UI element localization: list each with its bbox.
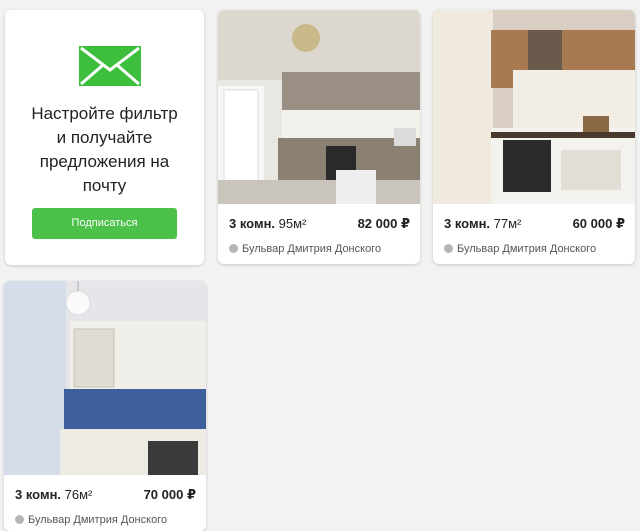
listing-info: 3 комн. 77м² 60 000 ₽ Бульвар Дмитрия До… — [433, 204, 635, 264]
listing-price: 60 000 ₽ — [572, 216, 625, 231]
listing-photo[interactable] — [218, 10, 420, 204]
listing-area: 76м² — [64, 487, 93, 502]
rooms-count: 3 комн. — [444, 216, 491, 231]
listing-card[interactable]: 3 комн. 76м² 70 000 ₽ Бульвар Дмитрия До… — [4, 281, 206, 531]
metro-dot-icon — [15, 515, 24, 524]
rooms-count: 3 комн. — [15, 487, 62, 502]
subscribe-title-line: почту — [82, 176, 127, 195]
listing-price: 82 000 ₽ — [357, 216, 410, 231]
listing-info: 3 комн. 76м² 70 000 ₽ Бульвар Дмитрия До… — [4, 475, 206, 531]
listing-rooms: 3 комн. 95м² — [229, 216, 306, 231]
rooms-count: 3 комн. — [229, 216, 276, 231]
subscribe-title-line: и получайте — [56, 128, 153, 147]
subscribe-title-line: предложения на — [39, 152, 170, 171]
listing-area: 95м² — [278, 216, 307, 231]
listing-area: 77м² — [493, 216, 522, 231]
listing-rooms: 3 комн. 76м² — [15, 487, 92, 502]
listing-info: 3 комн. 95м² 82 000 ₽ Бульвар Дмитрия До… — [218, 204, 420, 264]
listing-photo[interactable] — [433, 10, 635, 204]
listing-price: 70 000 ₽ — [143, 487, 196, 502]
listing-address: Бульвар Дмитрия Донского — [15, 514, 167, 526]
metro-dot-icon — [444, 244, 453, 253]
listing-rooms: 3 комн. 77м² — [444, 216, 521, 231]
metro-dot-icon — [229, 244, 238, 253]
listing-address-text: Бульвар Дмитрия Донского — [28, 514, 168, 526]
listing-address-text: Бульвар Дмитрия Донского — [242, 243, 382, 255]
subscribe-title-line: Настройте фильтр — [31, 104, 178, 123]
subscribe-card: Настройте фильтр и получайте предложения… — [5, 10, 204, 265]
subscribe-title: Настройте фильтр и получайте предложения… — [5, 102, 204, 198]
envelope-icon — [79, 46, 141, 86]
listing-address: Бульвар Дмитрия Донского — [229, 243, 381, 255]
listing-address-text: Бульвар Дмитрия Донского — [457, 243, 597, 255]
listing-card[interactable]: 3 комн. 95м² 82 000 ₽ Бульвар Дмитрия До… — [218, 10, 420, 264]
listing-address: Бульвар Дмитрия Донского — [444, 243, 596, 255]
subscribe-button[interactable]: Подписаться — [32, 208, 177, 239]
listing-photo[interactable] — [4, 281, 206, 475]
listing-card[interactable]: 3 комн. 77м² 60 000 ₽ Бульвар Дмитрия До… — [433, 10, 635, 264]
